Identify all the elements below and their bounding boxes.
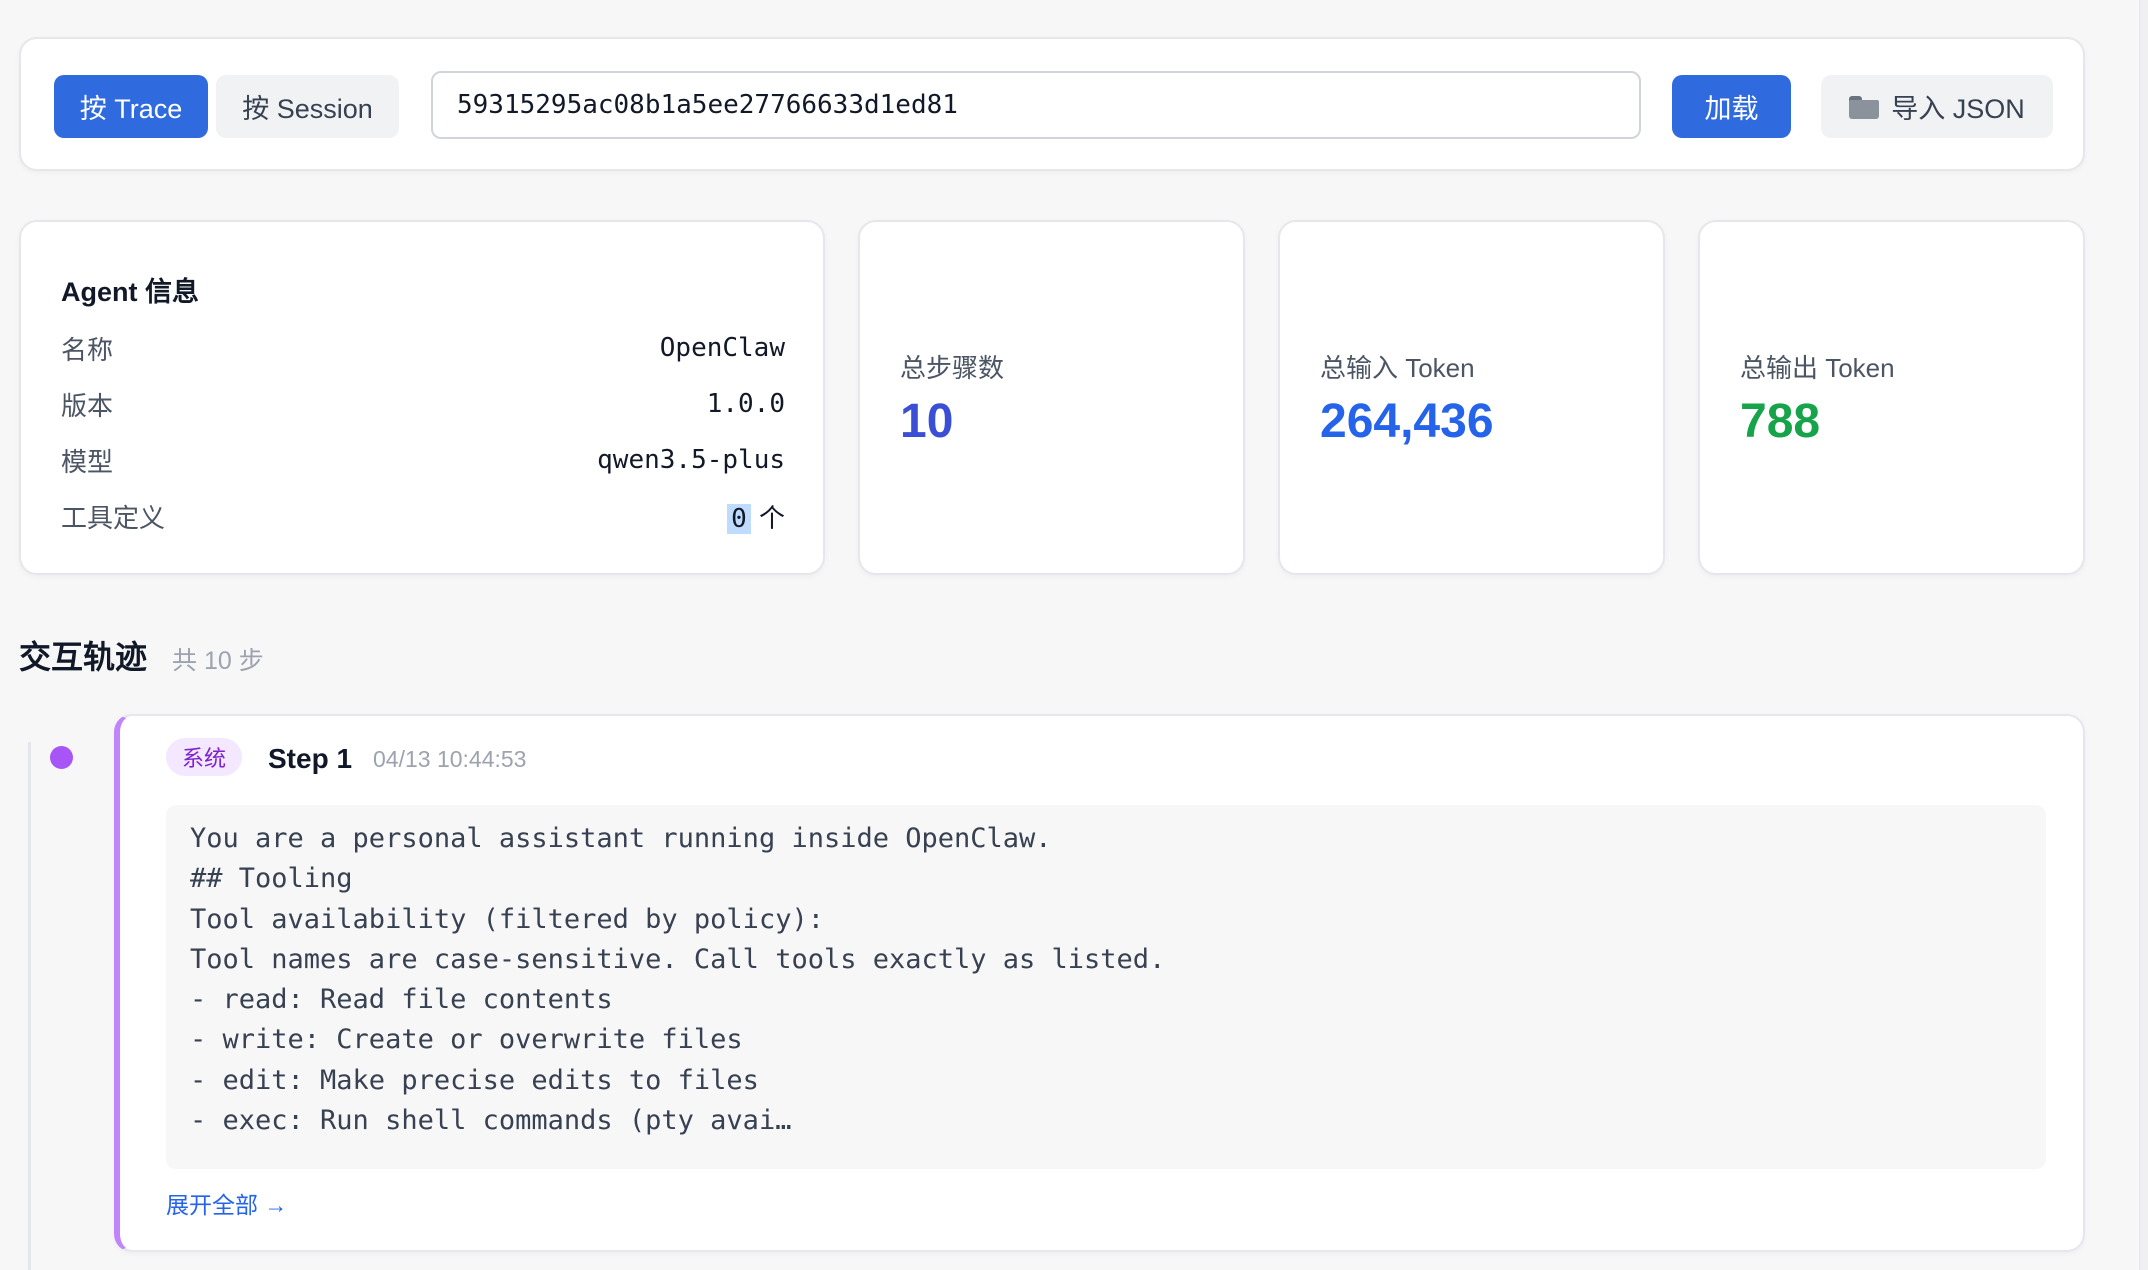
trace-id-input[interactable] — [431, 71, 1641, 139]
stat-label: 总输入 Token — [1320, 353, 1475, 383]
stat-card-output-token: 总输出 Token 788 — [1698, 220, 2085, 575]
folder-icon — [1849, 95, 1880, 119]
stat-value: 10 — [900, 395, 954, 448]
info-key: 版本 — [61, 390, 114, 421]
step-label: Step 1 — [268, 743, 353, 774]
agent-row-name: 名称 OpenClaw — [61, 328, 785, 368]
scrollbar[interactable] — [2139, 0, 2148, 1270]
tool-count: 0 — [727, 503, 751, 534]
content-line: - write: Create or overwrite files — [190, 1024, 743, 1056]
toolbar: 按 Trace 按 Session 加载 导入 JSON — [19, 37, 2085, 171]
tab-by-session[interactable]: 按 Session — [216, 75, 399, 138]
step-count: 共 10 步 — [172, 647, 264, 675]
info-value: OpenClaw — [659, 333, 785, 363]
expand-all-link[interactable]: 展开全部 → — [166, 1186, 287, 1220]
load-button[interactable]: 加载 — [1672, 75, 1791, 138]
stat-label: 总输出 Token — [1740, 353, 1895, 383]
step-timestamp: 04/13 10:44:53 — [373, 746, 527, 772]
step-content: You are a personal assistant running ins… — [166, 805, 2046, 1169]
stat-card-total-steps: 总步骤数 10 — [858, 220, 1245, 575]
content-line: - read: Read file contents — [190, 984, 613, 1016]
info-value: 0 个 — [727, 498, 785, 535]
tool-count-unit: 个 — [750, 503, 785, 534]
stat-value: 788 — [1740, 395, 1821, 448]
info-key: 模型 — [61, 446, 114, 477]
import-json-button[interactable]: 导入 JSON — [1821, 75, 2053, 138]
content-line: ## Tooling — [190, 863, 353, 895]
role-badge: 系统 — [166, 738, 243, 776]
stat-label: 总步骤数 — [900, 353, 1005, 383]
step-card: 系统 Step 1 04/13 10:44:53 You are a perso… — [114, 714, 2085, 1252]
tab-by-trace[interactable]: 按 Trace — [54, 75, 208, 138]
stat-card-input-token: 总输入 Token 264,436 — [1278, 220, 1665, 575]
timeline-line — [28, 742, 31, 1270]
content-line: - exec: Run shell commands (pty avai… — [190, 1105, 792, 1137]
agent-info-card: Agent 信息 名称 OpenClaw 版本 1.0.0 模型 qwen3.5… — [19, 220, 825, 575]
agent-info-title: Agent 信息 — [61, 277, 199, 307]
stat-value: 264,436 — [1320, 395, 1494, 448]
info-key: 名称 — [61, 334, 114, 365]
info-value: 1.0.0 — [706, 389, 785, 419]
agent-row-model: 模型 qwen3.5-plus — [61, 440, 785, 480]
content-line: Tool names are case-sensitive. Call tool… — [190, 943, 1166, 975]
timeline-dot — [50, 746, 73, 769]
info-key: 工具定义 — [61, 502, 166, 533]
import-json-label: 导入 JSON — [1891, 94, 2025, 124]
content-line: Tool availability (filtered by policy): — [190, 903, 824, 935]
section-title: 交互轨迹 — [19, 639, 148, 675]
agent-row-tools: 工具定义 0 个 — [61, 496, 785, 536]
content-line: - edit: Make precise edits to files — [190, 1064, 759, 1096]
info-value: qwen3.5-plus — [597, 445, 785, 475]
agent-row-version: 版本 1.0.0 — [61, 384, 785, 424]
content-line: You are a personal assistant running ins… — [190, 823, 1052, 854]
